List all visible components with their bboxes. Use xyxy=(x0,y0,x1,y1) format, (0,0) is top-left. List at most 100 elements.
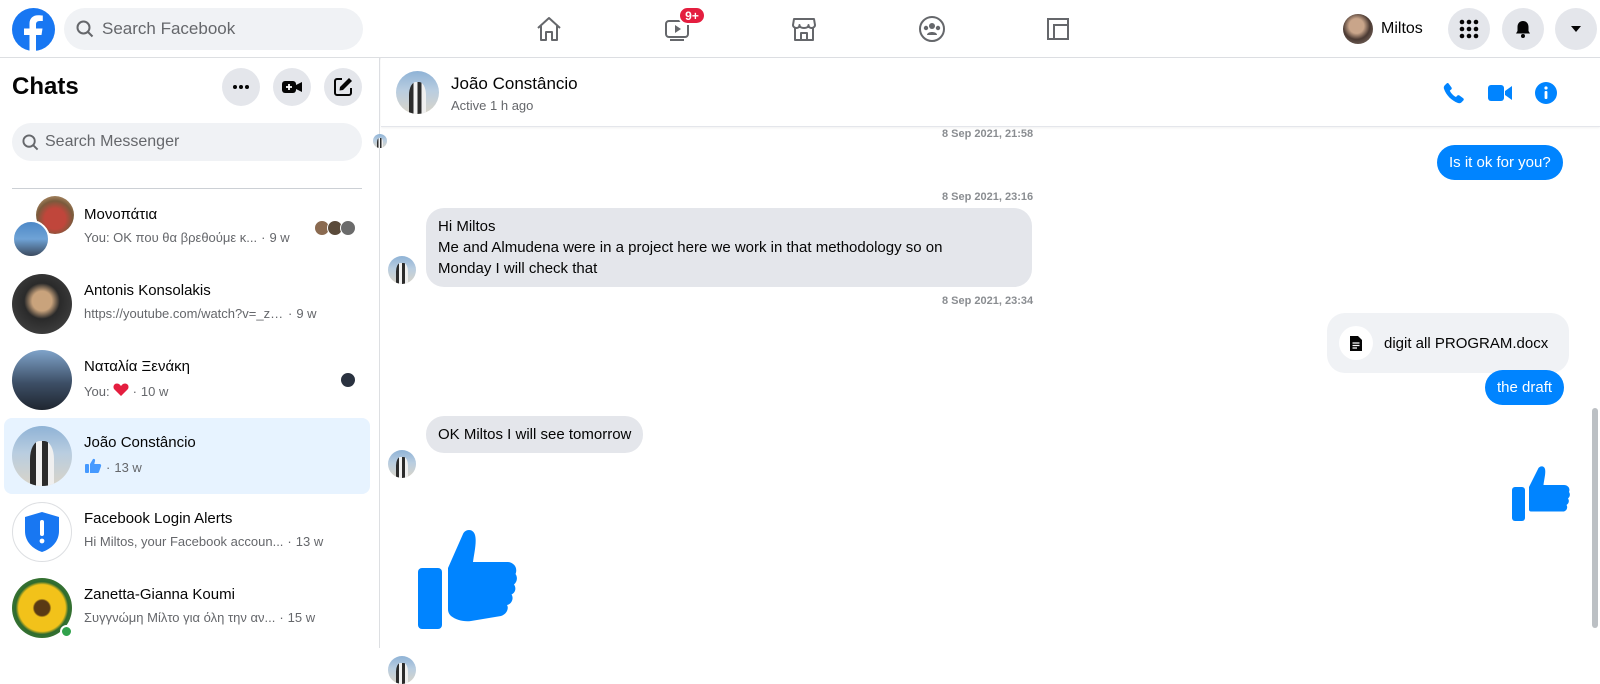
avatar xyxy=(1343,14,1373,44)
message-line: Me and Almudena were in a project here w… xyxy=(438,239,943,256)
video-camera-plus-icon xyxy=(282,81,302,93)
groups-icon xyxy=(919,16,945,42)
divider xyxy=(12,188,362,189)
home-tab[interactable] xyxy=(529,10,569,48)
phone-icon xyxy=(1443,83,1464,104)
groups-tab[interactable] xyxy=(912,10,952,48)
new-room-button[interactable] xyxy=(273,68,311,106)
chat-preview: You: OK που θα βρεθούμε κ... · 9 w xyxy=(84,230,290,245)
avatar xyxy=(340,372,356,388)
preview-text: https://youtube.com/watch?v=_zc... xyxy=(84,306,284,321)
avatar xyxy=(388,256,416,284)
chat-time: 10 w xyxy=(140,383,169,399)
incoming-message[interactable]: OK Miltos I will see tomorrow xyxy=(426,416,644,453)
active-status: Active 1 h ago xyxy=(451,98,534,113)
video-call-button[interactable] xyxy=(1487,80,1513,106)
chat-item-login-alerts[interactable]: Facebook Login Alerts Hi Miltos, your Fa… xyxy=(4,494,370,570)
avatar xyxy=(12,502,72,562)
facebook-logo-icon[interactable] xyxy=(12,8,55,51)
seen-indicator-avatar xyxy=(373,134,387,148)
chat-time: 13 w xyxy=(114,460,142,475)
outgoing-message[interactable]: the draft xyxy=(1485,370,1565,405)
timestamp: 8 Sep 2021, 21:58 xyxy=(942,128,1034,140)
conversation-header: João Constâncio Active 1 h ago xyxy=(381,58,1600,127)
avatar xyxy=(12,274,72,334)
read-receipts xyxy=(340,372,356,388)
chat-name: João Constâncio xyxy=(84,434,196,451)
sent-thumbs-up-icon[interactable] xyxy=(1511,465,1571,527)
avatar xyxy=(340,220,356,236)
group-avatar xyxy=(12,196,74,258)
compose-icon xyxy=(334,78,352,96)
top-navigation-bar: Search Facebook 9+ Miltos xyxy=(0,0,1600,58)
chat-item-antonis[interactable]: Antonis Konsolakis https://youtube.com/w… xyxy=(4,266,370,342)
avatar[interactable] xyxy=(396,71,439,114)
search-placeholder: Search Facebook xyxy=(102,19,236,38)
avatar xyxy=(388,450,416,478)
chat-name: Μονοπάτια xyxy=(84,206,158,223)
outgoing-message[interactable]: Is it ok for you? xyxy=(1437,145,1563,180)
gaming-icon xyxy=(1047,18,1069,40)
messenger-search-input[interactable]: Search Messenger xyxy=(12,123,362,161)
chats-sidebar: Chats Search Messenger Μονοπάτια You: OK… xyxy=(0,58,380,648)
avatar xyxy=(12,426,72,486)
thumbs-up-icon xyxy=(84,458,102,477)
chat-item-monopatia[interactable]: Μονοπάτια You: OK που θα βρεθούμε κ... · 9… xyxy=(4,190,370,266)
chat-name: Antonis Konsolakis xyxy=(84,282,211,299)
chat-preview: · 13 w xyxy=(84,458,142,477)
bell-icon xyxy=(1516,21,1530,38)
chat-preview: https://youtube.com/watch?v=_zc... · 9 w xyxy=(84,306,317,321)
chat-name: Ναταλία Ξενάκη xyxy=(84,358,191,375)
chat-time: 13 w xyxy=(295,534,324,549)
caret-down-icon xyxy=(1571,26,1581,32)
chat-preview: You: · 10 w xyxy=(84,382,169,400)
scrollbar[interactable] xyxy=(1592,408,1598,628)
audio-call-button[interactable] xyxy=(1441,80,1467,106)
timestamp: 8 Sep 2021, 23:16 xyxy=(942,191,1034,203)
file-attachment[interactable]: digit all PROGRAM.docx xyxy=(1327,313,1569,373)
conversation-panel: João Constâncio Active 1 h ago 8 Sep 202… xyxy=(373,58,1600,684)
notifications-button[interactable] xyxy=(1502,8,1544,50)
chat-time: 9 w xyxy=(296,306,317,321)
profile-shortcut[interactable]: Miltos xyxy=(1343,12,1423,46)
message-line: Hi Miltos xyxy=(438,218,496,235)
chat-time: 15 w xyxy=(287,610,316,625)
preview-text: You: xyxy=(84,383,110,399)
file-name: digit all PROGRAM.docx xyxy=(1384,334,1549,352)
search-icon xyxy=(22,133,39,150)
facebook-search-input[interactable]: Search Facebook xyxy=(64,8,363,50)
account-button[interactable] xyxy=(1555,8,1597,50)
watch-tab[interactable]: 9+ xyxy=(657,6,706,48)
search-icon xyxy=(76,20,94,38)
read-receipts xyxy=(314,220,356,236)
online-status-indicator xyxy=(60,625,73,638)
info-icon xyxy=(1535,82,1557,104)
search-placeholder: Search Messenger xyxy=(45,133,180,150)
received-thumbs-up-icon[interactable] xyxy=(416,528,518,635)
incoming-message[interactable]: Hi Miltos Me and Almudena were in a proj… xyxy=(426,208,1032,287)
preview-text: Hi Miltos, your Facebook accoun... xyxy=(84,534,284,549)
chat-item-zanetta[interactable]: Zanetta-Gianna Koumi Συγγνώμη Μίλτο για … xyxy=(4,570,370,646)
chat-name: Zanetta-Gianna Koumi xyxy=(84,586,235,603)
contact-name[interactable]: João Constâncio xyxy=(451,74,578,94)
options-button[interactable] xyxy=(222,68,260,106)
sidebar-title: Chats xyxy=(12,73,79,100)
document-icon xyxy=(1339,326,1373,360)
new-message-button[interactable] xyxy=(324,68,362,106)
home-icon xyxy=(537,17,561,41)
chat-preview: Συγγνώμη Μίλτο για όλη την αν... · 15 w xyxy=(84,610,316,625)
menu-button[interactable] xyxy=(1448,8,1490,50)
conversation-info-button[interactable] xyxy=(1533,80,1559,106)
timestamp: 8 Sep 2021, 23:34 xyxy=(942,295,1034,307)
chat-item-natalia[interactable]: Ναταλία Ξενάκη You: · 10 w xyxy=(4,342,370,418)
more-icon xyxy=(233,85,249,89)
preview-text: You: OK που θα βρεθούμε κ... xyxy=(84,230,258,245)
gaming-tab[interactable] xyxy=(1038,10,1078,48)
profile-name: Miltos xyxy=(1381,20,1423,37)
chat-item-joao[interactable]: João Constâncio · 13 w xyxy=(4,418,370,494)
chat-time: 9 w xyxy=(269,230,290,245)
store-icon xyxy=(792,18,816,41)
marketplace-tab[interactable] xyxy=(784,10,824,48)
heart-icon xyxy=(113,382,129,400)
preview-text: Συγγνώμη Μίλτο για όλη την αν... xyxy=(84,610,276,625)
